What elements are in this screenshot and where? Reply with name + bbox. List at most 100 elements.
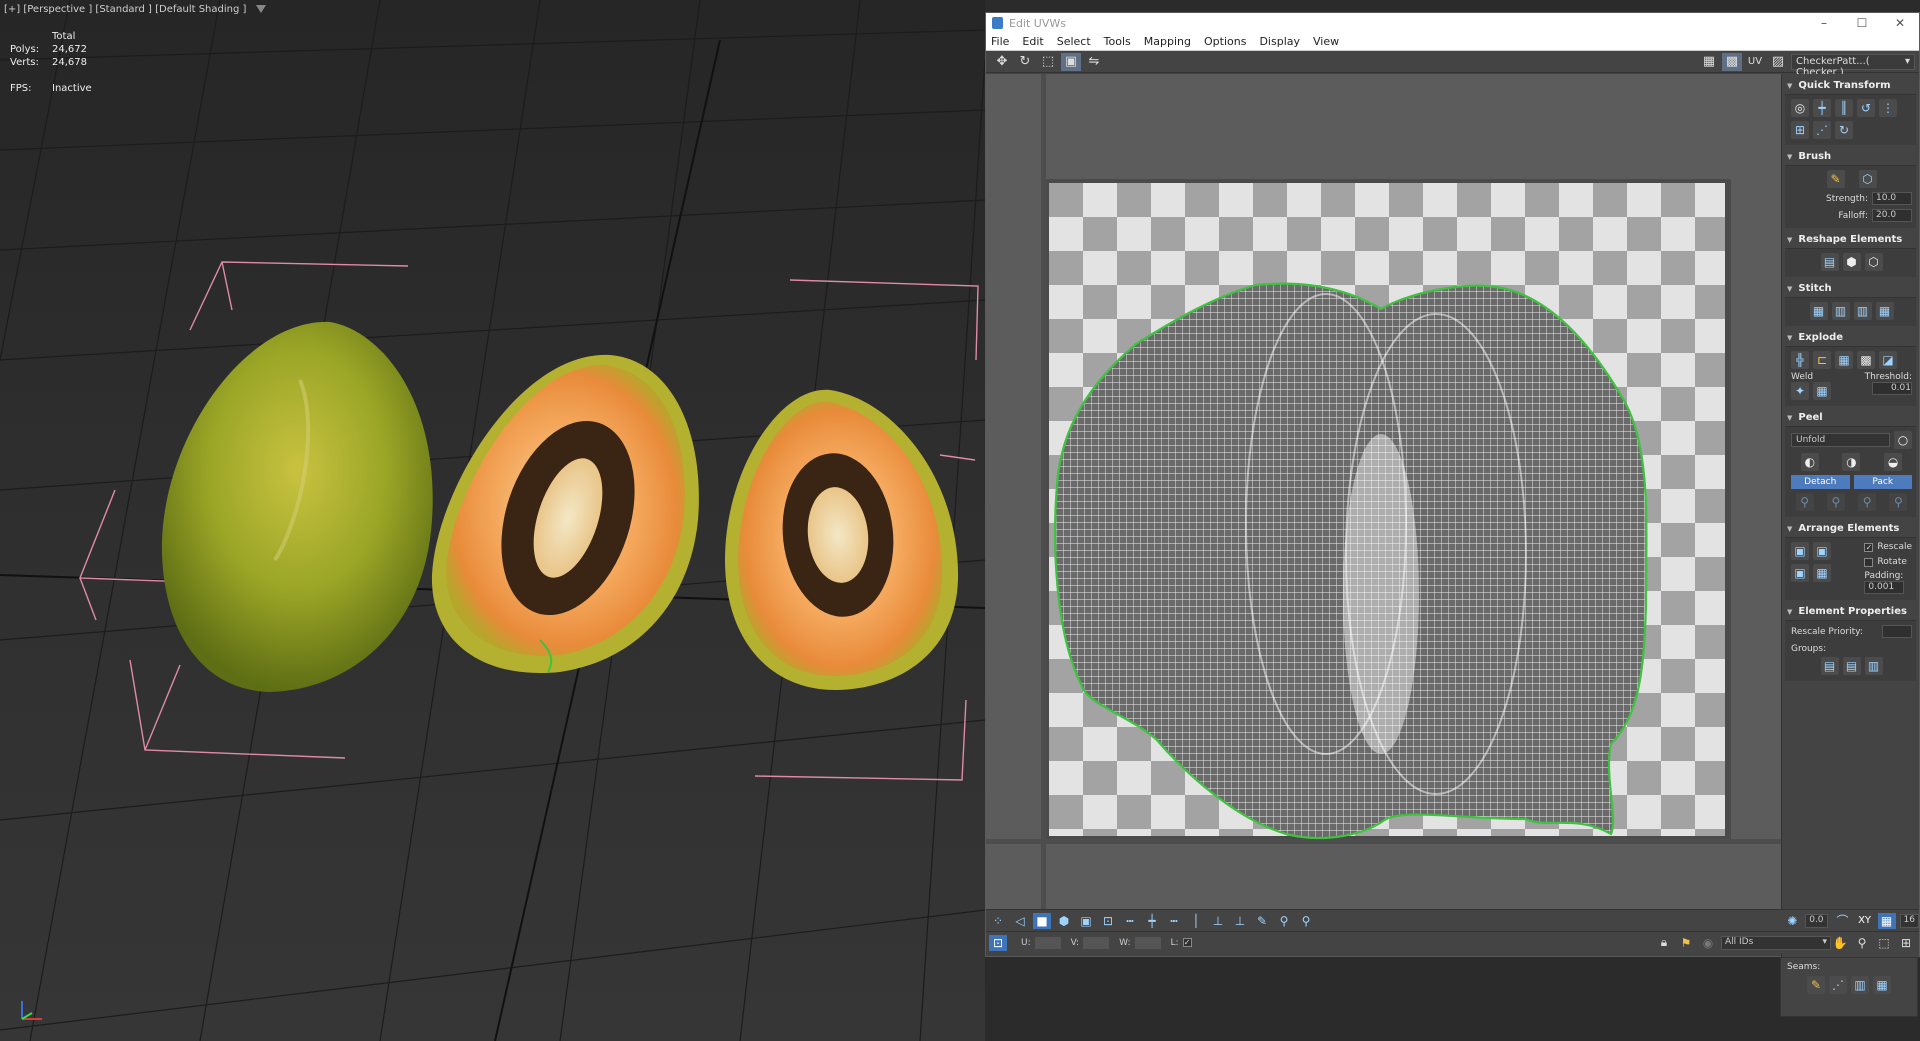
relax-icon[interactable]: ⬢	[1842, 253, 1861, 271]
group-add-icon[interactable]: ▤	[1842, 657, 1861, 675]
rotate-icon[interactable]: ↻	[1015, 53, 1035, 71]
perspective-viewport[interactable]: [+] [Perspective ] [Standard ] [Default …	[0, 0, 985, 1041]
edge-mode-icon[interactable]: ◁	[1011, 913, 1029, 929]
stitch-target-icon[interactable]: ▥	[1853, 302, 1872, 320]
align-vertical-icon[interactable]: ║	[1835, 99, 1853, 117]
soft-select-icon[interactable]: ✺	[1783, 913, 1801, 929]
ring-grow-icon[interactable]: ┿	[1143, 913, 1161, 929]
menu-display[interactable]: Display	[1259, 35, 1300, 48]
pack-together-icon[interactable]: ▣	[1813, 542, 1831, 560]
edit-seams-icon[interactable]: ✎	[1807, 976, 1825, 994]
quick-peel-icon[interactable]: ◐	[1800, 453, 1819, 471]
grow-selection-icon[interactable]: ▣	[1077, 913, 1095, 929]
stitch-header[interactable]: ▼ Stitch	[1785, 280, 1916, 297]
window-titlebar[interactable]: Edit UVWs – ☐ ✕	[986, 13, 1919, 33]
rescale-checkbox[interactable]: ✓ Rescale	[1864, 542, 1912, 552]
straighten-icon[interactable]: ▤	[1820, 253, 1839, 271]
break-icon[interactable]: ╬	[1791, 351, 1809, 369]
vertex-mode-icon[interactable]: ⁘	[989, 913, 1007, 929]
point-to-point-seams-icon[interactable]: ⋰	[1829, 976, 1847, 994]
viewport-label-text[interactable]: [+] [Perspective ] [Standard ] [Default …	[4, 4, 246, 15]
detach-button[interactable]: Detach	[1791, 475, 1850, 489]
pin-edges-icon[interactable]: ⚲	[1858, 493, 1877, 511]
padding-field[interactable]: 0.001	[1864, 581, 1905, 594]
move-icon[interactable]: ✥	[992, 53, 1012, 71]
checker-toggle-icon[interactable]: ▦	[1699, 53, 1719, 71]
menu-mapping[interactable]: Mapping	[1144, 35, 1191, 48]
weld-all-icon[interactable]: ▦	[1813, 382, 1831, 400]
paint-shrink-icon[interactable]: ⚲	[1297, 913, 1315, 929]
rotate-cw-icon[interactable]: ↻	[1835, 121, 1853, 139]
reset-peel-icon[interactable]: ◒	[1884, 453, 1903, 471]
uv-axis-label[interactable]: UV	[1745, 53, 1765, 71]
align-horizontal-icon[interactable]: ┿	[1813, 99, 1831, 117]
reshape-header[interactable]: ▼ Reshape Elements	[1785, 231, 1916, 248]
group-remove-icon[interactable]: ▥	[1864, 657, 1883, 675]
brush-header[interactable]: ▼ Brush	[1785, 148, 1916, 165]
linear-align-icon[interactable]: ⋰	[1813, 121, 1831, 139]
v-field[interactable]	[1083, 936, 1110, 949]
absolute-offset-icon[interactable]: ⊡	[989, 934, 1007, 951]
minimize-button[interactable]: –	[1805, 16, 1843, 30]
menu-options[interactable]: Options	[1204, 35, 1246, 48]
loop-icon[interactable]: ┅	[1165, 913, 1183, 929]
l-checkbox[interactable]: ✓	[1182, 938, 1196, 947]
relax-brush-icon[interactable]: ⬡	[1858, 170, 1877, 188]
texture-dropdown[interactable]: CheckerPatt...( Checker ) ▾	[1791, 53, 1915, 78]
edge-select-icon[interactable]: ⊥	[1231, 913, 1249, 929]
close-button[interactable]: ✕	[1881, 16, 1919, 30]
zoom-region-icon[interactable]: ⬚	[1875, 935, 1893, 951]
expand-seams-icon[interactable]: ▦	[1873, 976, 1891, 994]
freeform-icon[interactable]: ▣	[1061, 52, 1081, 71]
rotate-ccw-icon[interactable]: ↺	[1857, 99, 1875, 117]
maximize-button[interactable]: ☐	[1843, 16, 1881, 30]
element-properties-header[interactable]: ▼ Element Properties	[1785, 603, 1916, 620]
flatten-by-smooth-icon[interactable]: ▦	[1835, 351, 1853, 369]
pan-icon[interactable]: ✋	[1831, 935, 1849, 951]
uv-editor-canvas[interactable]	[986, 74, 1781, 909]
paint-select-icon[interactable]: ✎	[1253, 913, 1271, 929]
stitch-average-icon[interactable]: ▦	[1875, 302, 1894, 320]
pin-icon[interactable]: ⚲	[1795, 493, 1814, 511]
pack-custom-icon[interactable]: ▣	[1791, 542, 1809, 560]
loop-grow-icon[interactable]: │	[1187, 913, 1205, 929]
unpin-edges-icon[interactable]: ⚲	[1889, 493, 1908, 511]
stitch-source-icon[interactable]: ▥	[1831, 302, 1850, 320]
pack-normalize-icon[interactable]: ▣	[1791, 564, 1809, 582]
zoom-extents-icon[interactable]: ⊞	[1897, 935, 1915, 951]
menu-select[interactable]: Select	[1057, 35, 1091, 48]
paint-grow-icon[interactable]: ⚲	[1275, 913, 1293, 929]
paint-brush-icon[interactable]: ✎	[1826, 170, 1845, 188]
spacing-icon[interactable]: ⋮	[1879, 99, 1897, 117]
scale-icon[interactable]: ⬚	[1038, 53, 1058, 71]
point-to-point-icon[interactable]: ⊥	[1209, 913, 1227, 929]
texture-options-icon[interactable]: ▨	[1768, 53, 1788, 71]
align-grid-icon[interactable]: ⊞	[1791, 121, 1809, 139]
peel-mode-dropdown[interactable]: Unfold	[1791, 433, 1890, 447]
stitch-custom-icon[interactable]: ▦	[1809, 302, 1828, 320]
menu-view[interactable]: View	[1313, 35, 1339, 48]
peel-mode-icon[interactable]: ◑	[1842, 453, 1861, 471]
rescale-priority-field[interactable]	[1882, 625, 1912, 638]
shrink-selection-icon[interactable]: ⊡	[1099, 913, 1117, 929]
quick-transform-header[interactable]: ▼ Quick Transform	[1785, 77, 1916, 94]
menu-file[interactable]: File	[991, 35, 1009, 48]
grid-snap-icon[interactable]: ▦	[1877, 912, 1896, 929]
xy-label[interactable]: XY	[1856, 913, 1874, 929]
ring-icon[interactable]: ┅	[1121, 913, 1139, 929]
zoom-icon[interactable]: ⚲	[1853, 935, 1871, 951]
angle-field[interactable]: 0.0	[1805, 913, 1828, 928]
edit-uvws-window[interactable]: Edit UVWs – ☐ ✕ File Edit Select Tools M…	[985, 12, 1920, 958]
group-select-icon[interactable]: ▤	[1820, 657, 1839, 675]
pack-rescale-icon[interactable]: ▦	[1813, 564, 1831, 582]
hide-icon[interactable]: ⚑	[1677, 935, 1695, 951]
u-field[interactable]	[1034, 936, 1061, 949]
explode-header[interactable]: ▼ Explode	[1785, 329, 1916, 346]
element-mode-icon[interactable]: ⬢	[1055, 913, 1073, 929]
detach-edges-icon[interactable]: ⊏	[1813, 351, 1831, 369]
show-map-icon[interactable]: ▩	[1722, 52, 1742, 71]
flatten-by-polygon-icon[interactable]: ◪	[1879, 351, 1897, 369]
flatten-icon[interactable]: ⬡	[1864, 253, 1883, 271]
freeze-icon[interactable]: ◉	[1699, 935, 1717, 951]
menu-edit[interactable]: Edit	[1022, 35, 1043, 48]
